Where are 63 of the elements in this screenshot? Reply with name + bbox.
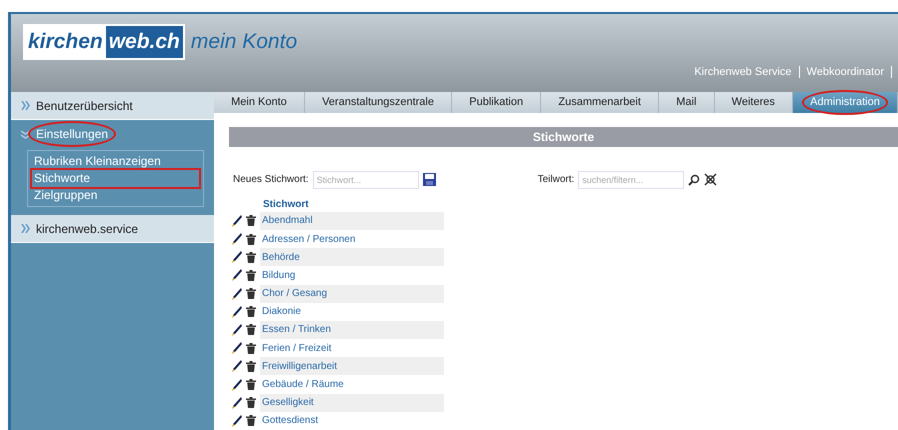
submenu-item[interactable]: Rubriken Kleinanzeigen bbox=[32, 153, 199, 170]
input-field[interactable]: Stichwort... bbox=[312, 170, 419, 189]
keyword-link[interactable]: Ferien / Freizeit bbox=[260, 339, 444, 358]
nav-tab[interactable]: Weiteres bbox=[714, 92, 794, 113]
trash-icon[interactable] bbox=[246, 288, 256, 300]
sidebar-item[interactable]: Benutzerübersicht bbox=[11, 92, 214, 120]
trash-icon[interactable] bbox=[246, 379, 256, 390]
sidebar-item[interactable]: Einstellungen bbox=[11, 120, 214, 148]
panel-title: Stichworte bbox=[229, 126, 898, 147]
pen-icon[interactable] bbox=[232, 269, 242, 282]
trash-icon[interactable] bbox=[246, 234, 256, 245]
keyword-link[interactable]: Gottesdienst bbox=[260, 412, 444, 430]
keyword-link[interactable]: Chor / Gesang bbox=[260, 284, 444, 303]
trash-icon[interactable] bbox=[246, 252, 256, 263]
pen-icon[interactable] bbox=[232, 414, 242, 427]
keyword-link[interactable]: Diakonie bbox=[260, 302, 444, 321]
nav-tab[interactable]: Mail bbox=[659, 92, 715, 113]
trash-icon[interactable] bbox=[246, 306, 256, 318]
save-icon[interactable] bbox=[422, 173, 436, 186]
pen-icon[interactable] bbox=[232, 396, 242, 409]
keyword-link[interactable]: Freiwilligenarbeit bbox=[260, 357, 444, 376]
trash-icon[interactable] bbox=[246, 360, 256, 372]
sidebar-item[interactable]: kirchenweb.service bbox=[11, 215, 214, 243]
pen-icon[interactable] bbox=[232, 214, 242, 227]
app-title: mein Konto bbox=[190, 30, 298, 53]
keyword-link[interactable]: Adressen / Personen bbox=[260, 230, 444, 248]
column-header: Stichwort bbox=[263, 198, 310, 212]
nav-tab[interactable]: Veranstaltungszentrale bbox=[304, 92, 452, 113]
logo: kirchen web.ch bbox=[23, 24, 185, 60]
field-label: Teilwort: bbox=[538, 173, 574, 188]
down-chevron-icon bbox=[21, 130, 30, 138]
nav-tab[interactable]: Zusammenarbeit bbox=[541, 92, 660, 113]
right-chevron-icon bbox=[21, 101, 30, 110]
pen-icon[interactable] bbox=[232, 288, 242, 300]
keyword-link[interactable]: Bildung bbox=[260, 266, 444, 284]
pen-icon[interactable] bbox=[232, 360, 242, 372]
trash-icon[interactable] bbox=[246, 324, 256, 336]
trash-icon[interactable] bbox=[246, 342, 256, 354]
pen-icon[interactable] bbox=[232, 233, 242, 246]
trash-icon[interactable] bbox=[246, 270, 256, 281]
clear-filter-icon[interactable] bbox=[704, 173, 718, 186]
pen-icon[interactable] bbox=[232, 378, 242, 391]
nav-tab[interactable]: Mein Konto bbox=[214, 92, 305, 113]
keyword-link[interactable]: Essen / Trinken bbox=[260, 320, 444, 340]
nav-tab[interactable]: Publikation bbox=[452, 92, 542, 113]
keyword-link[interactable]: Behörde bbox=[260, 248, 444, 266]
nav-tab[interactable]: Administration bbox=[793, 92, 898, 113]
search-icon[interactable] bbox=[688, 174, 700, 186]
submenu-item[interactable]: Zielgruppen bbox=[32, 187, 199, 204]
pen-icon[interactable] bbox=[232, 324, 242, 336]
pen-icon[interactable] bbox=[232, 306, 242, 318]
trash-icon[interactable] bbox=[246, 215, 256, 226]
keyword-link[interactable]: Geselligkeit bbox=[260, 394, 444, 412]
trash-icon[interactable] bbox=[246, 397, 256, 408]
submenu-item[interactable]: Stichworte bbox=[32, 170, 199, 187]
pen-icon[interactable] bbox=[232, 251, 242, 264]
keyword-link[interactable]: Gebäude / Räume bbox=[260, 375, 444, 394]
pen-icon[interactable] bbox=[232, 342, 242, 354]
right-chevron-icon bbox=[21, 224, 30, 233]
trash-icon[interactable] bbox=[246, 415, 256, 426]
search-field[interactable]: suchen/filtern... bbox=[578, 170, 684, 189]
keyword-link[interactable]: Abendmahl bbox=[260, 212, 444, 230]
field-label: Neues Stichwort: bbox=[233, 173, 309, 188]
